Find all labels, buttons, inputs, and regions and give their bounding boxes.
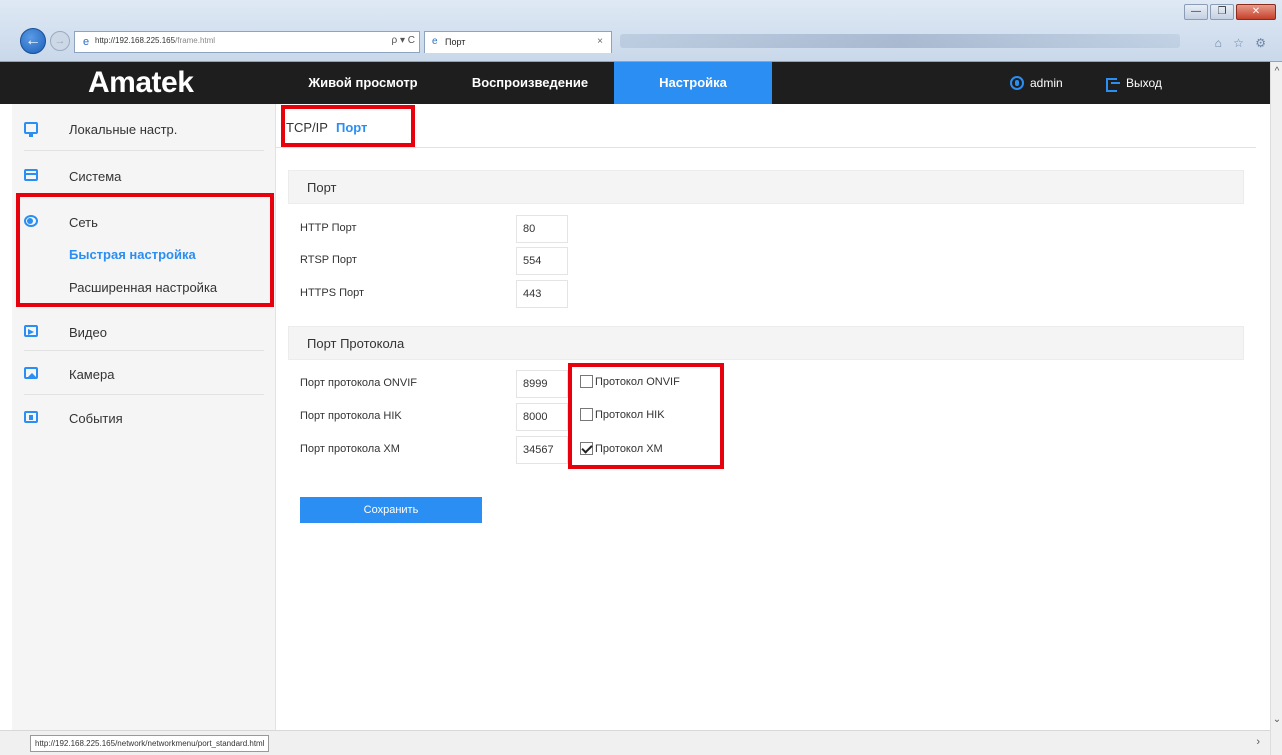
forward-button[interactable]: → [50,31,70,51]
globe-icon [24,215,38,227]
status-url: http://192.168.225.165/network/networkme… [30,735,270,752]
onvif-protocol-checkbox[interactable]: Протокол ONVIF [580,375,680,388]
onvif-port-label: Порт протокола ONVIF [300,377,417,389]
events-icon [24,411,38,423]
submenu-quick-setup[interactable]: Быстрая настройка [69,247,196,262]
sidebar-item-system[interactable]: Система [12,154,276,198]
checkbox-icon[interactable] [580,375,593,388]
browser-tab[interactable]: e Порт × [424,31,612,53]
sidebar-divider [24,196,264,197]
sidebar-item-network[interactable]: Сеть [12,200,276,244]
video-icon [24,325,38,337]
image-icon [24,367,38,379]
sidebar-item-local-settings[interactable]: Локальные настр. [12,107,276,151]
sidebar-divider [24,306,264,307]
ie-page-icon: e [82,36,90,48]
monitor-icon [24,122,38,137]
app-header: Amatek Живой просмотр Воспроизведение На… [0,62,1270,104]
address-url: http://192.168.225.165/frame.html [95,36,216,45]
protocol-section-header: Порт Протокола [288,326,1244,360]
blurred-toolbar-area [620,34,1180,48]
checkbox-label: Протокол XM [595,442,663,455]
sidebar-item-label: События [69,411,123,426]
section-title: Порт [307,180,337,195]
browser-tab-title: Порт [445,37,466,47]
rtsp-port-input[interactable] [516,247,568,275]
sidebar: Локальные настр. Система Сеть Быстрая на… [12,104,276,740]
checkbox-label: Протокол ONVIF [595,375,680,388]
sidebar-item-label: Система [69,169,122,184]
checkbox-icon[interactable] [580,408,593,421]
http-port-label: HTTP Порт [300,222,357,234]
logout-icon [1106,76,1120,92]
minimize-button[interactable]: — [1184,4,1208,20]
port-section-header: Порт [288,170,1244,204]
search-refresh-controls[interactable]: ρ ▾ C [392,35,416,46]
section-title: Порт Протокола [307,336,405,351]
sidebar-item-label: Камера [69,367,115,382]
hik-port-input[interactable] [516,403,568,431]
hik-port-label: Порт протокола HIK [300,410,402,422]
sidebar-item-label: Локальные настр. [69,122,178,137]
maximize-button[interactable]: ❐ [1210,4,1234,20]
status-arrow-icon: › [1256,736,1260,748]
http-port-input[interactable] [516,215,568,243]
browser-toolbar: ← → e http://192.168.225.165/frame.html … [0,0,1282,62]
checkbox-label: Протокол HIK [595,408,665,421]
hik-protocol-checkbox[interactable]: Протокол HIK [580,408,665,421]
nav-playback[interactable]: Воспроизведение [450,62,610,104]
scroll-up-icon[interactable]: ^ [1271,66,1282,77]
user-menu[interactable]: admin [1010,62,1063,104]
submenu-advanced-setup[interactable]: Расширенная настройка [69,280,217,295]
scroll-down-icon[interactable]: ⌄ [1271,714,1282,725]
nav-settings[interactable]: Настройка [614,62,772,104]
xm-protocol-checkbox[interactable]: Протокол XM [580,442,663,455]
sidebar-divider [24,150,264,151]
sidebar-item-label: Видео [69,325,107,340]
status-bar: http://192.168.225.165/network/networkme… [0,730,1270,755]
subtab-bar: TCP/IP Порт [276,104,1256,148]
user-icon [1010,76,1024,90]
sidebar-item-events[interactable]: События [12,396,276,440]
checkbox-checked-icon[interactable] [580,442,593,455]
https-port-input[interactable] [516,280,568,308]
save-button[interactable]: Сохранить [300,497,482,523]
page-scrollbar[interactable]: ^ ⌄ [1270,62,1282,755]
logout-button[interactable]: Выход [1106,62,1162,104]
username: admin [1030,76,1063,90]
sidebar-item-label: Сеть [69,215,98,230]
sidebar-item-camera[interactable]: Камера [12,352,276,396]
onvif-port-input[interactable] [516,370,568,398]
calendar-icon [24,169,38,181]
tab-tcpip[interactable]: TCP/IP [286,120,328,135]
rtsp-port-label: RTSP Порт [300,254,357,266]
address-bar[interactable]: e http://192.168.225.165/frame.html ρ ▾ … [74,31,420,53]
xm-port-label: Порт протокола XM [300,443,400,455]
nav-live-view[interactable]: Живой просмотр [280,62,446,104]
browser-tools-icons[interactable]: ⌂ ☆ ⚙ [1215,36,1270,50]
https-port-label: HTTPS Порт [300,287,365,299]
close-window-button[interactable]: ✕ [1236,4,1276,20]
logout-label: Выход [1126,76,1162,90]
window-controls: — ❐ ✕ [1184,4,1276,22]
ie-tab-icon: e [432,36,438,47]
tab-close-icon[interactable]: × [597,36,603,47]
sidebar-divider [24,394,264,395]
tab-port[interactable]: Порт [336,120,367,135]
back-button[interactable]: ← [20,28,46,54]
sidebar-item-video[interactable]: Видео [12,310,276,354]
brand-logo: Amatek [88,66,194,99]
xm-port-input[interactable] [516,436,568,464]
sidebar-divider [24,350,264,351]
